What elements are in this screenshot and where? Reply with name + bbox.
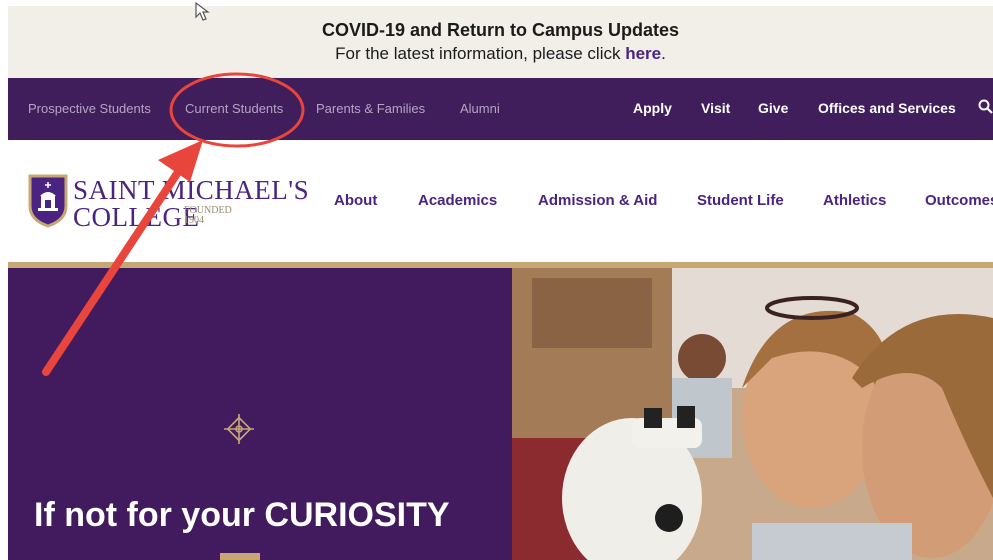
annotation-arrow-head [158, 140, 203, 182]
mouse-cursor-icon [195, 2, 210, 21]
annotation-overlay [42, 72, 305, 376]
annotation-arrow-shaft [42, 159, 188, 376]
highlight-circle [169, 72, 305, 148]
